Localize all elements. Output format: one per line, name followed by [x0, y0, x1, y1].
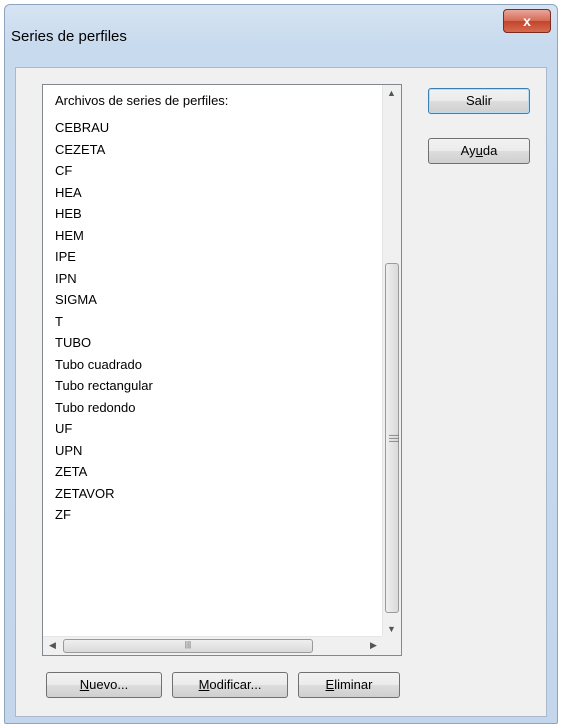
title-bar[interactable]: Series de perfiles x: [5, 5, 557, 67]
grip-icon: |||: [184, 640, 192, 649]
list-item[interactable]: Tubo redondo: [43, 397, 383, 419]
list-item[interactable]: IPE: [43, 246, 383, 268]
list-item[interactable]: CEZETA: [43, 139, 383, 161]
nuevo-accel: N: [79, 677, 90, 692]
list-item[interactable]: Tubo rectangular: [43, 375, 383, 397]
horizontal-scroll-thumb[interactable]: |||: [63, 639, 313, 653]
profile-series-list[interactable]: Archivos de series de perfiles: CEBRAU CE…: [42, 84, 402, 656]
scroll-up-arrow-icon[interactable]: ▲: [383, 88, 400, 98]
modificar-label: odificar...: [209, 677, 262, 692]
modificar-accel: M: [198, 677, 210, 692]
list-item[interactable]: IPN: [43, 268, 383, 290]
vertical-scrollbar[interactable]: ▲ ― ― ― ▼: [382, 85, 401, 637]
list-item[interactable]: HEB: [43, 203, 383, 225]
scroll-right-arrow-icon[interactable]: ▶: [365, 640, 382, 651]
list-item[interactable]: SIGMA: [43, 289, 383, 311]
ayuda-accel: u: [475, 143, 483, 158]
list-item[interactable]: HEA: [43, 182, 383, 204]
list-viewport: Archivos de series de perfiles: CEBRAU CE…: [43, 85, 383, 637]
eliminar-button[interactable]: Eliminar: [298, 672, 400, 698]
list-item[interactable]: CEBRAU: [43, 117, 383, 139]
scroll-left-arrow-icon[interactable]: ◀: [44, 640, 61, 651]
scroll-corner: [382, 636, 401, 655]
eliminar-accel: E: [325, 677, 335, 692]
window-title: Series de perfiles: [11, 28, 127, 45]
list-item[interactable]: HEM: [43, 225, 383, 247]
ayuda-label: Ay: [460, 143, 476, 158]
ayuda-button[interactable]: Ayuda: [428, 138, 530, 164]
dialog-window: Series de perfiles x Archivos de series …: [4, 4, 558, 724]
nuevo-label: uevo...: [89, 677, 129, 692]
list-item[interactable]: UPN: [43, 440, 383, 462]
dialog-body: Archivos de series de perfiles: CEBRAU CE…: [15, 67, 547, 717]
list-item[interactable]: T: [43, 311, 383, 333]
horizontal-scrollbar[interactable]: ◀ ||| ▶: [43, 636, 383, 655]
eliminar-label: liminar: [334, 677, 373, 692]
salir-button[interactable]: Salir: [428, 88, 530, 114]
list-item[interactable]: TUBO: [43, 332, 383, 354]
list-item[interactable]: CF: [43, 160, 383, 182]
list-item[interactable]: ZETA: [43, 461, 383, 483]
list-header: Archivos de series de perfiles:: [55, 93, 229, 108]
modificar-button[interactable]: Modificar...: [172, 672, 288, 698]
nuevo-button[interactable]: Nuevo...: [46, 672, 162, 698]
close-button[interactable]: x: [503, 9, 551, 33]
vertical-scroll-thumb[interactable]: ― ― ―: [385, 263, 399, 613]
list-item[interactable]: ZF: [43, 504, 383, 526]
ayuda-label-rest: da: [482, 143, 498, 158]
list-item[interactable]: ZETAVOR: [43, 483, 383, 505]
list-item[interactable]: UF: [43, 418, 383, 440]
grip-icon: ― ― ―: [389, 430, 399, 447]
list-items: CEBRAU CEZETA CF HEA HEB HEM IPE IPN SIGMA T TUBO T…: [43, 117, 383, 526]
close-icon: x: [523, 13, 531, 29]
list-item[interactable]: Tubo cuadrado: [43, 354, 383, 376]
scroll-down-arrow-icon[interactable]: ▼: [383, 624, 400, 634]
salir-label: Salir: [465, 93, 492, 108]
